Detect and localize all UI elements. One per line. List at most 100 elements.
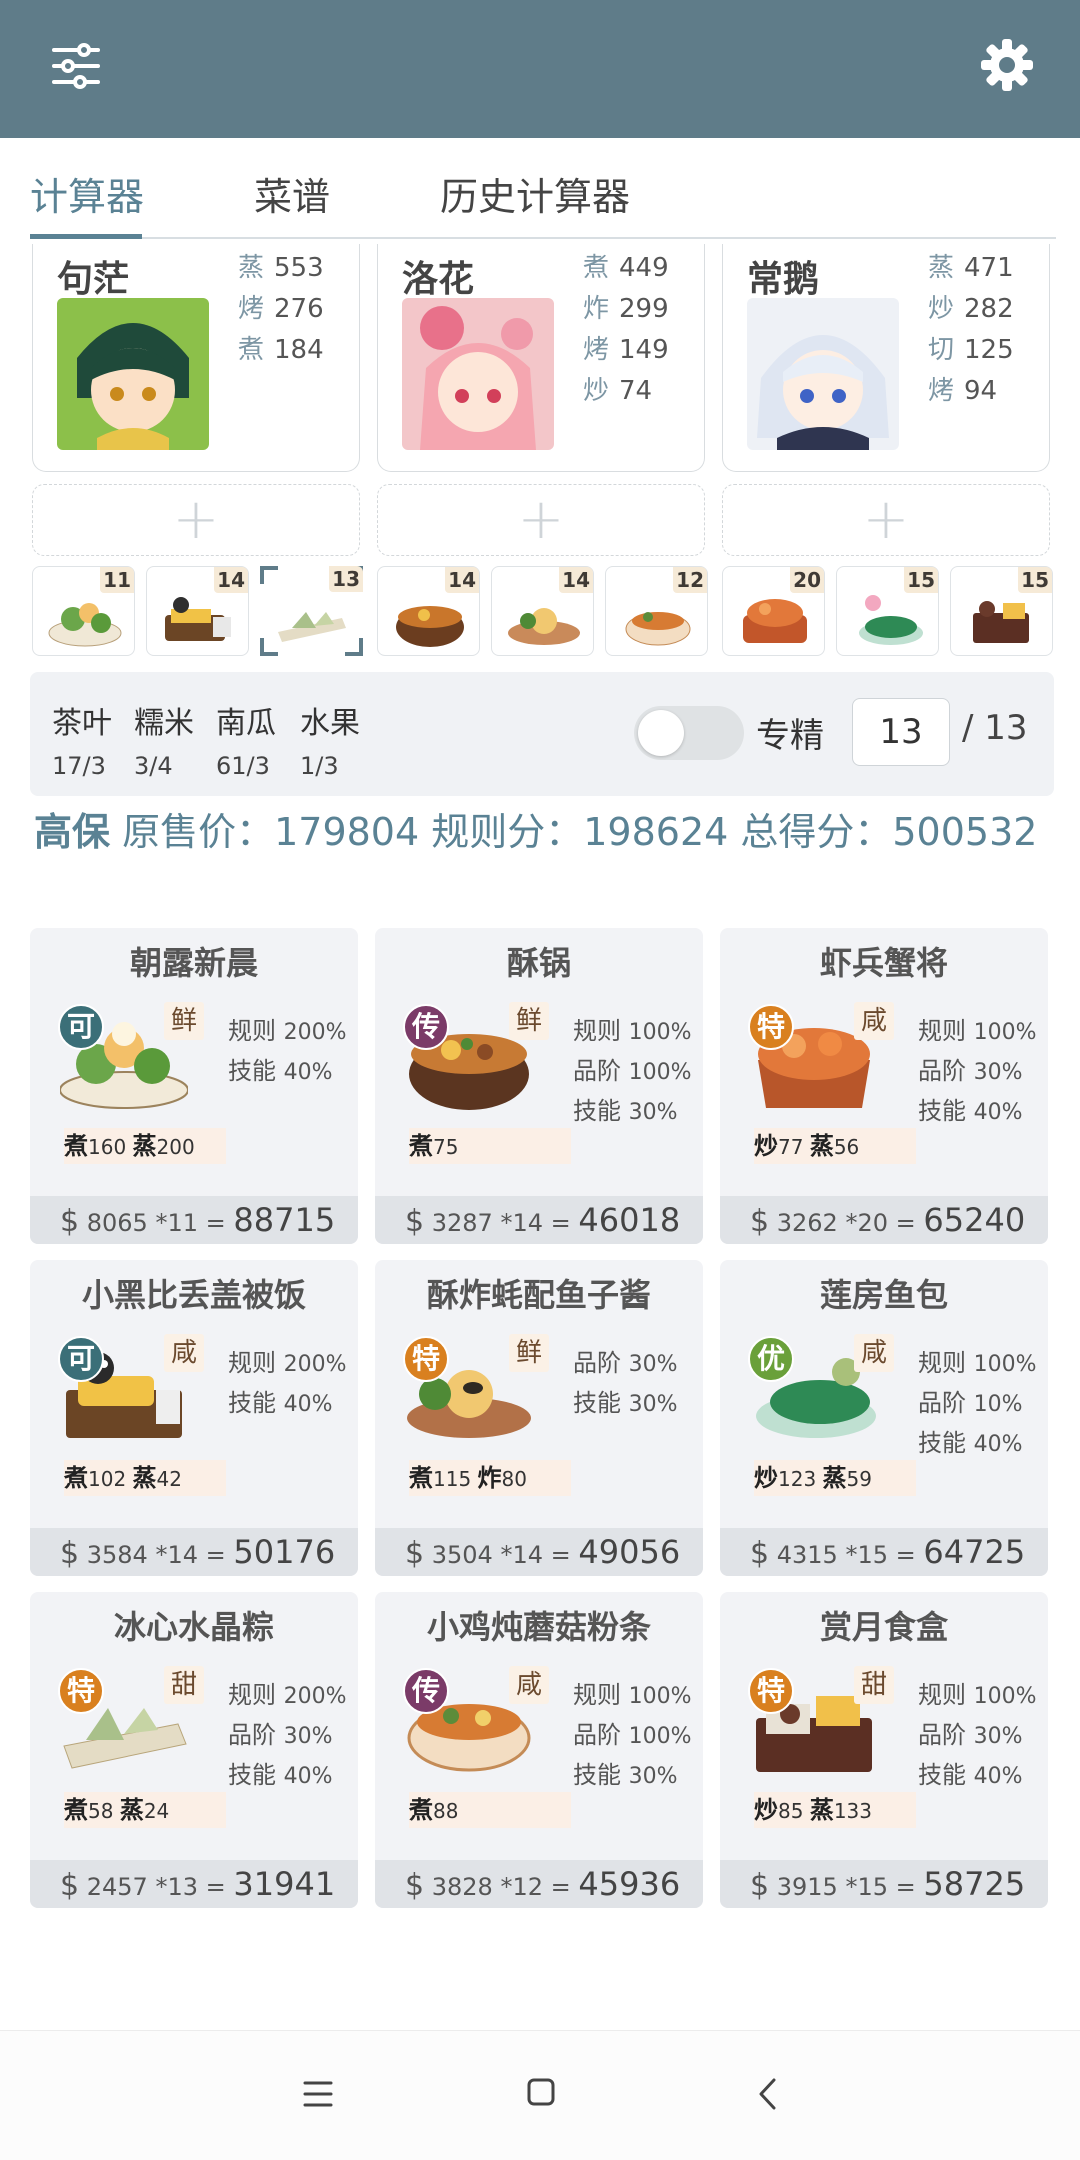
dish-slot[interactable]: 14: [491, 566, 594, 656]
system-nav-bar: [0, 2030, 1080, 2160]
cook-requirement: 85: [778, 1799, 804, 1823]
gear-icon[interactable]: [978, 36, 1036, 94]
cook-requirements: 炒77 蒸56: [754, 1128, 916, 1164]
equals-sign: =: [550, 1873, 571, 1901]
chef-card-1[interactable]: 句茫 蒸 553 烤 276 煮 184: [32, 244, 360, 472]
recipe-stat: 品阶 30%: [573, 1349, 678, 1377]
cook-requirements: 煮160 蒸200: [64, 1128, 226, 1164]
cook-requirement: 59: [846, 1467, 872, 1491]
cook-method: 蒸: [809, 1132, 834, 1160]
chevron-left-icon[interactable]: [756, 2077, 778, 2111]
specialize-input[interactable]: 13: [852, 698, 950, 766]
dish-slot[interactable]: 14: [377, 566, 480, 656]
chef-card-3[interactable]: 常鹅 蒸 471 炒 282 切 125 烤 94: [722, 244, 1050, 472]
recipe-card[interactable]: 虾兵蟹将特咸规则 100% 品阶 30% 技能 40% 炒77 蒸56 $ 3262 *…: [720, 928, 1048, 1244]
dish-slot[interactable]: 11: [32, 566, 135, 656]
cook-requirement: 75: [433, 1135, 459, 1159]
square-home-icon[interactable]: [526, 2077, 556, 2107]
recipe-card[interactable]: 莲房鱼包优咸规则 100% 品阶 10% 技能 40% 炒123 蒸59 $ 4315 …: [720, 1260, 1048, 1576]
add-equipment-slot-3[interactable]: +: [722, 484, 1050, 556]
total-price: 58725: [923, 1865, 1026, 1903]
dish-slot[interactable]: 20: [722, 566, 825, 656]
cook-requirement: 102: [88, 1467, 127, 1491]
menu-lines-icon[interactable]: [302, 2079, 334, 2109]
chef-avatar: [402, 298, 554, 450]
recipe-card[interactable]: 冰心水晶粽特甜规则 200% 品阶 30% 技能 40% 煮58 蒸24 $ 2457 …: [30, 1592, 358, 1908]
dish-count-badge: 12: [673, 567, 707, 593]
cook-method: 煮: [64, 1464, 88, 1492]
add-equipment-slot-2[interactable]: +: [377, 484, 705, 556]
skill-row: 烤 149: [583, 335, 669, 365]
cook-method: 蒸: [809, 1796, 834, 1824]
currency-symbol: $: [750, 1204, 770, 1239]
chef-skills: 煮 449 炸 299 烤 149 炒 74: [583, 248, 669, 412]
unit-price: 3262: [776, 1209, 838, 1237]
price-row: $ 2457 *13 = 31941: [30, 1860, 358, 1908]
skill-row: 烤 94: [928, 376, 998, 406]
recipe-card[interactable]: 赏月食盒特甜规则 100% 品阶 30% 技能 40% 炒85 蒸133 $ 3915 …: [720, 1592, 1048, 1908]
equals-sign: =: [205, 1541, 226, 1569]
toggle-knob: [638, 710, 684, 756]
dish-count-badge: 13: [329, 566, 363, 592]
specialize-toggle[interactable]: [634, 706, 744, 760]
dish-slot[interactable]: 14: [146, 566, 249, 656]
total-price: 50176: [233, 1533, 336, 1571]
recipe-stats: 规则 200% 技能 40%: [228, 1012, 347, 1092]
equals-sign: =: [205, 1873, 226, 1901]
recipe-stat: 技能 40%: [228, 1057, 333, 1085]
rarity-badge: 可: [58, 1004, 104, 1050]
dish-slot-selected[interactable]: 13: [260, 566, 363, 656]
skill-row: 切 125: [928, 335, 1014, 365]
price-row: $ 3584 *14 = 50176: [30, 1528, 358, 1576]
recipe-stats: 规则 100% 品阶 10% 技能 40%: [918, 1344, 1037, 1464]
currency-symbol: $: [60, 1536, 80, 1571]
skill-row: 蒸 553: [238, 253, 324, 283]
skill-row: 煮 184: [238, 335, 324, 365]
total-price: 65240: [923, 1201, 1026, 1239]
recipe-title: 冰心水晶粽: [113, 1608, 274, 1646]
recipe-stat: 规则 100%: [918, 1681, 1037, 1709]
dish-slot[interactable]: 12: [605, 566, 708, 656]
cook-method: 煮: [64, 1796, 88, 1824]
tab-calculator[interactable]: 计算器: [30, 166, 144, 221]
recipe-card[interactable]: 朝露新晨可 鲜规则 200% 技能 40% 煮160 蒸200 $ 8065 *11 =…: [30, 928, 358, 1244]
price-row: $ 3262 *20 = 65240: [720, 1196, 1048, 1244]
recipe-card[interactable]: 酥炸蚝配鱼子酱特 鲜品阶 30% 技能 30% 煮115 炸80 $ 3504 *14 …: [375, 1260, 703, 1576]
chef-card-2[interactable]: 洛花 煮 449 炸 299 烤 149 炒 74: [377, 244, 705, 472]
recipe-title: 赏月食盒: [819, 1608, 948, 1646]
cook-requirement: 160: [88, 1135, 127, 1159]
total-price: 49056: [578, 1533, 681, 1571]
cook-method: 炒: [754, 1132, 778, 1160]
recipe-card[interactable]: 小鸡炖蘑菇粉条传咸规则 100% 品阶 100% 技能 30% 煮88 $ 3828 *…: [375, 1592, 703, 1908]
unit-price: 3584: [86, 1541, 148, 1569]
cook-requirement: 123: [778, 1467, 817, 1491]
cook-requirement: 24: [143, 1799, 170, 1823]
equals-sign: =: [205, 1209, 226, 1237]
recipe-card[interactable]: 酥锅传鲜规则 100% 品阶 100% 技能 30% 煮75 $ 3287 *14 = …: [375, 928, 703, 1244]
dish-slot[interactable]: 15: [950, 566, 1053, 656]
flavor-tag: 甜: [164, 1666, 204, 1704]
cook-method: 煮: [409, 1464, 433, 1492]
recipe-card[interactable]: 小黑比丢盖被饭可 咸规则 200% 技能 40% 煮102 蒸42 $ 3584 *14…: [30, 1260, 358, 1576]
chef-name: 洛花: [402, 259, 475, 300]
dish-count-badge: 15: [1018, 567, 1052, 593]
quantity-multiplier: *14: [500, 1541, 543, 1569]
chef-name: 句茫: [57, 259, 130, 300]
cook-method: 炒: [754, 1464, 778, 1492]
unit-price: 3287: [431, 1209, 493, 1237]
cook-method: 蒸: [132, 1464, 157, 1492]
currency-symbol: $: [750, 1536, 770, 1571]
recipe-stat: 规则 200%: [228, 1349, 347, 1377]
cook-method: 蒸: [822, 1464, 847, 1492]
equals-sign: =: [550, 1209, 571, 1237]
add-equipment-slot-1[interactable]: +: [32, 484, 360, 556]
tab-recipes[interactable]: 菜谱: [254, 166, 330, 221]
dish-slot[interactable]: 15: [836, 566, 939, 656]
currency-symbol: $: [60, 1868, 80, 1903]
equals-sign: =: [895, 1209, 916, 1237]
tab-history-calculator[interactable]: 历史计算器: [440, 166, 630, 221]
summary-text: 原售价：179804 规则分：198624 总得分：500532: [110, 810, 1038, 854]
sliders-icon[interactable]: [48, 38, 104, 94]
quantity-multiplier: *14: [500, 1209, 543, 1237]
cook-method: 蒸: [132, 1132, 157, 1160]
